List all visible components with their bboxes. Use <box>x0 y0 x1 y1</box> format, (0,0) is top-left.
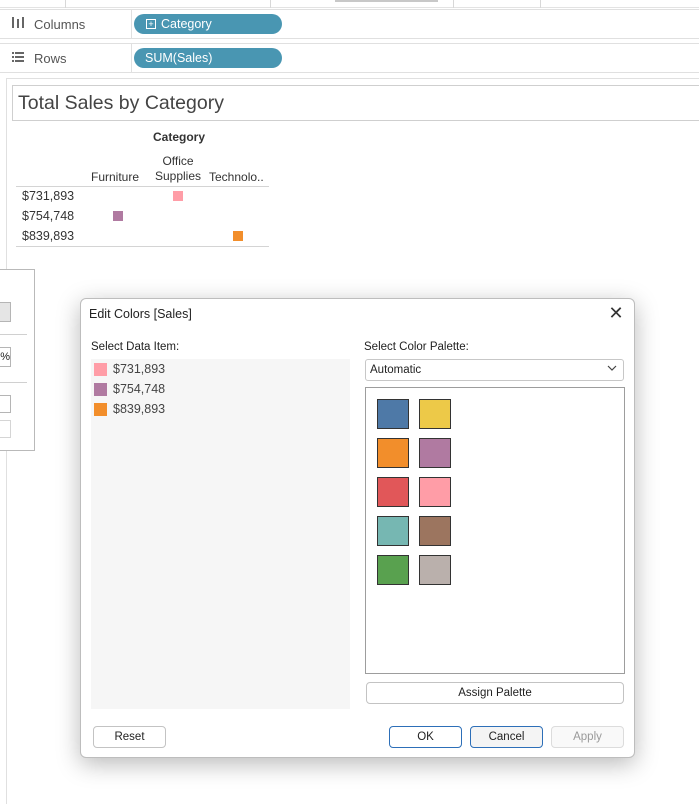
strip-highlight <box>335 0 438 2</box>
side-panel-control[interactable] <box>0 302 11 322</box>
data-item-label: $754,748 <box>113 382 166 396</box>
sum-sales-pill[interactable]: SUM(Sales) <box>134 48 282 68</box>
columns-icon <box>12 17 28 31</box>
columns-label-text: Columns <box>34 16 86 32</box>
strip-divider <box>65 0 66 8</box>
column-header-furniture: Furniture <box>91 170 140 184</box>
chevron-down-icon <box>607 363 617 376</box>
table-divider <box>16 246 269 247</box>
strip-divider <box>270 0 271 8</box>
cancel-button[interactable]: Cancel <box>470 726 543 748</box>
pill-text: Category <box>161 17 212 31</box>
rows-icon <box>12 51 28 65</box>
data-item[interactable]: $839,893 <box>94 400 165 418</box>
row-header: $754,748 <box>22 209 75 223</box>
palette-color-swatch[interactable] <box>419 516 451 546</box>
palette-selected-value: Automatic <box>370 364 422 376</box>
data-item[interactable]: $754,748 <box>94 380 165 398</box>
category-pill[interactable]: + Category <box>134 14 282 34</box>
columns-shelf-label: Columns <box>0 10 132 38</box>
ok-button[interactable]: OK <box>389 726 462 748</box>
select-color-palette-label: Select Color Palette: <box>364 341 469 353</box>
color-swatch <box>94 402 107 416</box>
table-divider <box>16 186 269 187</box>
chart-mark-technology[interactable] <box>233 231 243 241</box>
rows-shelf-label: Rows <box>0 44 132 72</box>
category-column-header: Category <box>153 130 206 144</box>
color-swatch <box>94 382 107 396</box>
palette-color-swatch[interactable] <box>419 438 451 468</box>
palette-color-swatch[interactable] <box>377 516 409 546</box>
close-icon[interactable]: ✕ <box>606 303 626 324</box>
top-tab-strip <box>0 0 699 8</box>
columns-shelf[interactable]: Columns + Category <box>0 9 699 39</box>
apply-button[interactable]: Apply <box>551 726 624 748</box>
palette-color-swatch[interactable] <box>419 555 451 585</box>
palette-color-swatch[interactable] <box>419 399 451 429</box>
column-header-technology: Technolo.. <box>209 170 264 184</box>
chart-mark-furniture[interactable] <box>113 211 123 221</box>
select-data-item-label: Select Data Item: <box>91 341 180 353</box>
side-panel-dropdown[interactable] <box>0 420 11 438</box>
expand-plus-icon[interactable]: + <box>146 19 156 29</box>
row-header: $839,893 <box>22 229 75 243</box>
reset-button[interactable]: Reset <box>93 726 166 748</box>
data-item[interactable]: $731,893 <box>94 360 165 378</box>
column-header-office-supplies: Office Supplies <box>154 154 202 183</box>
percent-field[interactable]: % <box>0 347 11 367</box>
side-panel-divider <box>0 334 27 335</box>
sheet-title[interactable]: Total Sales by Category <box>12 85 699 121</box>
pill-text: SUM(Sales) <box>145 51 213 65</box>
palette-color-swatch[interactable] <box>377 438 409 468</box>
color-swatch <box>94 362 107 376</box>
palette-color-swatch[interactable] <box>377 477 409 507</box>
data-item-label: $731,893 <box>113 362 166 376</box>
strip-divider <box>540 0 541 8</box>
palette-color-swatch[interactable] <box>377 399 409 429</box>
data-item-list[interactable]: $731,893 $754,748 $839,893 <box>91 359 350 709</box>
chart-mark-office-supplies[interactable] <box>173 191 183 201</box>
color-palette-select[interactable]: Automatic <box>365 359 624 381</box>
format-side-panel: % <box>0 269 35 451</box>
row-header: $731,893 <box>22 189 75 203</box>
palette-color-swatch[interactable] <box>377 555 409 585</box>
palette-swatch-grid <box>365 387 625 674</box>
dialog-title: Edit Colors [Sales] <box>89 307 192 321</box>
rows-shelf[interactable]: Rows SUM(Sales) <box>0 43 699 73</box>
strip-divider <box>453 0 454 8</box>
rows-label-text: Rows <box>34 50 67 66</box>
side-panel-dropdown[interactable] <box>0 395 11 413</box>
palette-color-swatch[interactable] <box>419 477 451 507</box>
edit-colors-dialog: Edit Colors [Sales] ✕ Select Data Item: … <box>80 298 635 758</box>
data-item-label: $839,893 <box>113 402 166 416</box>
assign-palette-button[interactable]: Assign Palette <box>366 682 624 704</box>
side-panel-divider <box>0 382 27 383</box>
